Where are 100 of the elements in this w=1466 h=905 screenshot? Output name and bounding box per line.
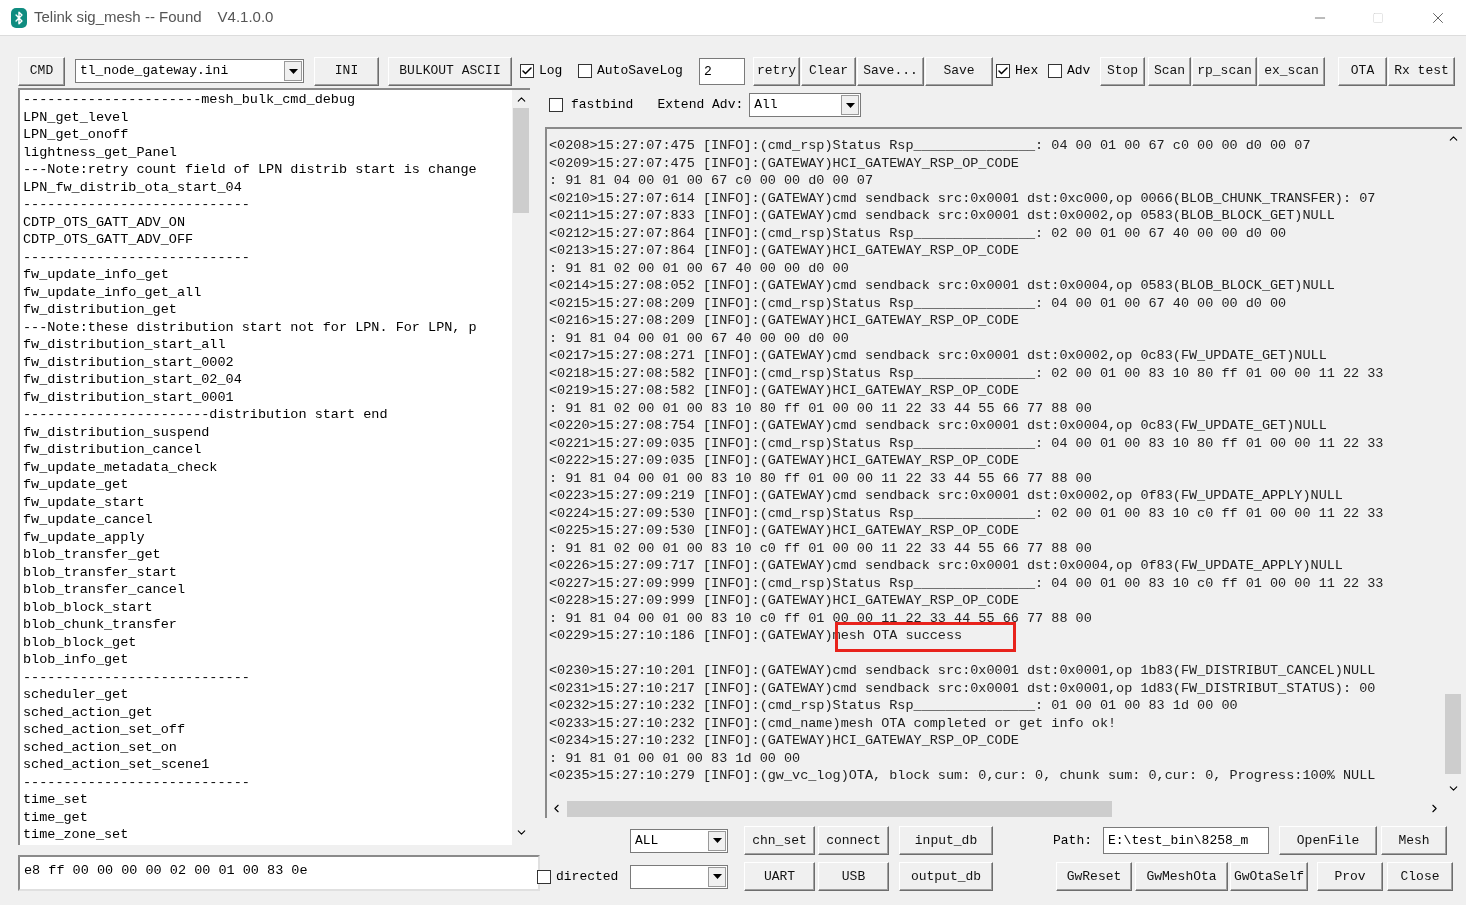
list-item[interactable]: time_get (23, 808, 512, 826)
log-line: <0223>15:27:09:219 [INFO]:(GATEWAY)cmd sendback src:0x0001 dst:0x0002,op 0f83(FW_UPDATE_APPLY)NULL (549, 488, 1343, 503)
checkbox[interactable] (549, 98, 563, 112)
checkbox-label: Log (539, 62, 563, 81)
bluetooth-icon (11, 7, 27, 28)
list-item[interactable]: fw_update_get (23, 476, 512, 494)
list-item[interactable]: fw_update_metadata_check (23, 458, 512, 476)
button[interactable]: Clear (801, 56, 856, 86)
list-item[interactable]: blob_block_get (23, 633, 512, 651)
scroll-thumb[interactable] (513, 108, 529, 213)
dropdown[interactable]: ALL (630, 828, 728, 853)
dropdown[interactable]: All (749, 93, 862, 117)
scroll-thumb[interactable] (567, 800, 1112, 817)
button[interactable]: BULKOUT ASCII (388, 56, 512, 86)
list-item[interactable]: ---Note:these distribution start not for LPN. For LPN, p (23, 318, 512, 336)
button[interactable]: output_db (899, 862, 993, 891)
log-line: <0220>15:27:08:754 [INFO]:(GATEWAY)cmd sendback src:0x0001 dst:0x0004,op 0c83(FW_UPDATE_GET)NULL (549, 418, 1327, 433)
list-item[interactable]: ---------------------------- (23, 668, 512, 686)
button[interactable]: connect (818, 826, 889, 855)
list-item[interactable]: blob_transfer_get (23, 546, 512, 564)
list-item[interactable]: sched_action_set_scene1 (23, 756, 512, 774)
list-item[interactable]: ---------------------------- (23, 196, 512, 214)
log-line: <0208>15:27:07:475 [INFO]:(cmd_rsp)Status Rsp_______________: 04 00 01 00 67 c0 00 00 d0 00 07 (549, 138, 1311, 153)
list-item[interactable]: blob_transfer_start (23, 563, 512, 581)
list-item[interactable]: ---Note:retry count field of LPN distrib start is change (23, 161, 512, 179)
button[interactable]: chn_set (744, 826, 815, 855)
button[interactable]: Scan (1148, 56, 1191, 86)
list-item[interactable]: lightness_get_Panel (23, 143, 512, 161)
log-line: <0232>15:27:10:232 [INFO]:(cmd_rsp)Status Rsp_______________: 01 00 01 00 83 1d 00 00 (549, 698, 1238, 713)
list-item[interactable]: fw_distribution_start_0002 (23, 353, 512, 371)
list-item[interactable]: fw_distribution_start_02_04 (23, 371, 512, 389)
input-field[interactable]: 2 (699, 57, 745, 85)
log-line: <0219>15:27:08:582 [INFO]:(GATEWAY)HCI_GATEWAY_RSP_OP_CODE (549, 383, 1019, 398)
list-item[interactable]: blob_chunk_transfer (23, 616, 512, 634)
button[interactable]: ex_scan (1258, 56, 1325, 86)
checkbox[interactable] (1048, 64, 1062, 78)
button[interactable]: CMD (18, 56, 65, 86)
list-item[interactable]: sched_action_set_on (23, 738, 512, 756)
list-item[interactable]: CDTP_OTS_GATT_ADV_OFF (23, 231, 512, 249)
dropdown[interactable] (630, 864, 728, 889)
list-item[interactable]: fw_update_info_get (23, 266, 512, 284)
log-line: <0235>15:27:10:279 [INFO]:(gw_vc_log)OTA, block sum: 0,cur: 0, chunk sum: 0,cur: 0, Progress:100% NULL (549, 768, 1376, 783)
scroll-thumb[interactable] (1445, 694, 1461, 774)
list-item[interactable]: fw_update_cancel (23, 511, 512, 529)
button[interactable]: Close (1387, 862, 1453, 891)
list-item[interactable]: fw_distribution_get (23, 301, 512, 319)
list-item[interactable]: time_zone_set (23, 826, 512, 844)
button[interactable]: UART (744, 862, 815, 891)
button[interactable]: input_db (899, 826, 993, 855)
list-item[interactable]: time_set (23, 791, 512, 809)
log-line: <0226>15:27:09:717 [INFO]:(GATEWAY)cmd sendback src:0x0001 dst:0x0004,op 0f83(FW_UPDATE_APPLY)NULL (549, 558, 1343, 573)
button[interactable]: Save... (857, 56, 924, 86)
button[interactable]: USB (818, 862, 889, 891)
list-item[interactable]: LPN_get_onoff (23, 126, 512, 144)
checkbox-label: Adv (1067, 62, 1091, 81)
list-item[interactable]: fw_update_start (23, 493, 512, 511)
caret-icon (841, 95, 860, 115)
command-input[interactable]: e8 ff 00 00 00 00 02 00 01 00 83 0e (18, 855, 540, 891)
button[interactable]: rp_scan (1192, 56, 1257, 86)
button[interactable]: Stop (1100, 56, 1145, 86)
button[interactable]: Rx test (1388, 56, 1455, 86)
list-item[interactable]: fw_distribution_start_all (23, 336, 512, 354)
version-label: V4.1.0.0 (217, 7, 274, 28)
log-line: : 91 81 04 00 01 00 67 40 00 00 d0 00 (549, 330, 849, 346)
button[interactable]: Prov (1317, 862, 1383, 891)
checkbox[interactable] (578, 64, 592, 78)
dropdown[interactable]: tl_node_gateway.ini (75, 59, 304, 83)
list-item[interactable]: sched_action_set_off (23, 721, 512, 739)
button[interactable]: Mesh (1381, 826, 1447, 855)
list-item[interactable]: CDTP_OTS_GATT_ADV_ON (23, 213, 512, 231)
checkbox[interactable] (996, 64, 1010, 78)
list-item[interactable]: blob_transfer_cancel (23, 581, 512, 599)
log-line: <0228>15:27:09:999 [INFO]:(GATEWAY)HCI_GATEWAY_RSP_OP_CODE (549, 593, 1019, 608)
list-item[interactable]: fw_distribution_start_0001 (23, 388, 512, 406)
button[interactable]: INI (314, 56, 379, 86)
button[interactable]: retry (753, 56, 800, 86)
list-item[interactable]: -----------------------distribution start end (23, 406, 512, 424)
button[interactable]: GwReset (1056, 862, 1132, 891)
checkbox[interactable] (520, 64, 534, 78)
list-item[interactable]: ---------------------------- (23, 248, 512, 266)
button[interactable]: GwOtaSelf (1230, 862, 1308, 891)
list-item[interactable]: ----------------------mesh_bulk_cmd_debug (23, 91, 512, 109)
log-line: : 91 81 04 00 01 00 67 c0 00 00 d0 00 07 (549, 173, 874, 188)
list-item[interactable]: scheduler_get (23, 686, 512, 704)
button[interactable]: OpenFile (1279, 826, 1377, 855)
list-item[interactable]: fw_update_apply (23, 528, 512, 546)
button[interactable]: OTA (1338, 56, 1387, 86)
list-item[interactable]: LPN_get_level (23, 108, 512, 126)
log-line: <0209>15:27:07:475 [INFO]:(GATEWAY)HCI_GATEWAY_RSP_OP_CODE (549, 155, 1019, 171)
input-field[interactable]: E:\test_bin\8258_m (1103, 827, 1269, 854)
list-item[interactable]: sched_action_get (23, 703, 512, 721)
list-item[interactable]: fw_update_info_get_all (23, 283, 512, 301)
list-item[interactable]: fw_distribution_suspend (23, 423, 512, 441)
list-item[interactable]: blob_block_start (23, 598, 512, 616)
button[interactable]: GwMeshOta (1135, 862, 1228, 891)
list-item[interactable]: blob_info_get (23, 651, 512, 669)
list-item[interactable]: LPN_fw_distrib_ota_start_04 (23, 178, 512, 196)
list-item[interactable]: fw_distribution_cancel (23, 441, 512, 459)
list-item[interactable]: ---------------------------- (23, 773, 512, 791)
button[interactable]: Save (925, 56, 993, 86)
